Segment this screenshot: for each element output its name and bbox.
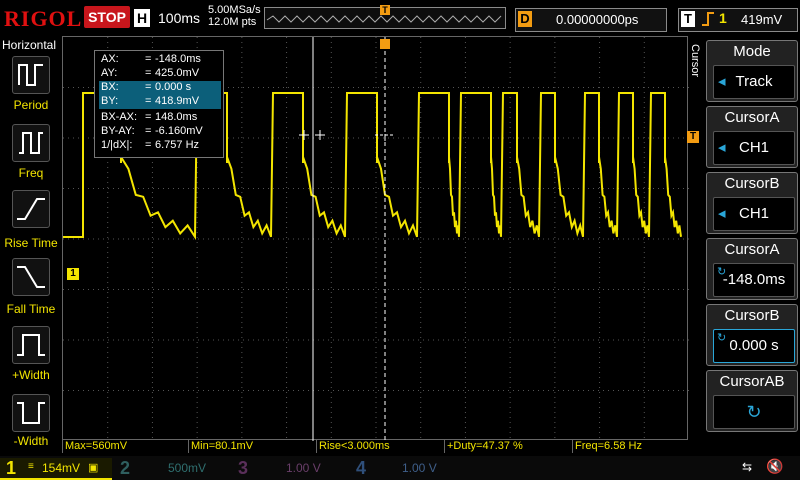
menu-cursor-b-source[interactable]: CursorB ◂ CH1 xyxy=(706,172,798,234)
readout-row: AX: = -148.0ms xyxy=(101,53,201,65)
frequency-icon xyxy=(12,124,50,162)
channel1-offset-marker[interactable]: 1 xyxy=(67,268,79,280)
left-arrow-icon: ◂ xyxy=(718,139,726,156)
panel-title: Horizontal xyxy=(2,38,57,52)
horizontal-indicator: H xyxy=(134,9,150,27)
measure-label: -Width xyxy=(13,434,49,448)
trigger-position-marker[interactable]: T xyxy=(380,5,390,15)
timebase-value[interactable]: 100ms xyxy=(158,10,200,26)
channel-scale: 500mV xyxy=(168,461,207,475)
menu-value: ↻ -148.0ms xyxy=(713,263,795,297)
measurement-bar: Max=560mV Min=80.1mV Rise<3.000ms +Duty=… xyxy=(62,440,688,454)
channel-number: 4 xyxy=(356,458,367,478)
rise-time-icon xyxy=(12,190,50,228)
bandwidth-limit-icon: ▣ xyxy=(88,462,99,474)
channel-bar: 1 ≡ 154mV ▣ 2 500mV 3 1.00 V 4 1.00 V ⇆ … xyxy=(0,456,800,480)
readout-row: BY-AY: = -6.160mV xyxy=(101,125,203,137)
menu-side-label: Cursor xyxy=(689,44,701,78)
horizontal-measure-panel: Horizontal Period Freq Rise Time Fall Ti… xyxy=(0,36,62,456)
measurement-max[interactable]: Max=560mV xyxy=(62,440,189,453)
trigger-level-marker[interactable]: T xyxy=(687,131,699,143)
readout-row: AY: = 425.0mV xyxy=(101,67,200,79)
positive-width-icon xyxy=(12,326,50,364)
rotate-knob-icon: ↻ xyxy=(746,402,762,422)
delay-value: 0.00000000ps xyxy=(556,12,639,27)
channel-scale: 1.00 V xyxy=(402,461,437,475)
channel-3[interactable]: 3 1.00 V xyxy=(234,458,346,478)
menu-title: CursorB xyxy=(724,175,780,192)
trigger-label: T xyxy=(681,11,695,27)
delay-label: D xyxy=(518,11,532,27)
readout-row-highlight: BX: = 0.000 s xyxy=(99,81,221,95)
cursor-readout-box: AX: = -148.0ms AY: = 425.0mV BX: = 0.000 s BY:… xyxy=(94,50,224,158)
measure-label: Rise Time xyxy=(4,236,58,250)
run-stop-button[interactable]: STOP xyxy=(84,6,130,28)
channel-number: 3 xyxy=(238,458,249,478)
menu-value: ◂ Track xyxy=(713,65,795,99)
menu-value: ↻ xyxy=(713,395,795,429)
measurement-min[interactable]: Min=80.1mV xyxy=(188,440,315,453)
measurement-duty[interactable]: +Duty=47.37 % xyxy=(444,440,571,453)
menu-cursor-ab[interactable]: CursorAB ↻ xyxy=(706,370,798,432)
rotate-knob-icon: ↻ xyxy=(717,266,727,278)
measure-rise-time[interactable]: Rise Time xyxy=(0,190,62,256)
sample-rate-info: 5.00MSa/s 12.0M pts xyxy=(208,4,261,28)
measure-negative-width[interactable]: -Width xyxy=(0,394,62,460)
trigger-channel: 1 xyxy=(719,10,727,26)
period-icon xyxy=(12,56,50,94)
measure-fall-time[interactable]: Fall Time xyxy=(0,258,62,324)
channel-2[interactable]: 2 500mV xyxy=(116,458,228,478)
readout-row: BX-AX: = 148.0ms xyxy=(101,111,198,123)
channel-1[interactable]: 1 ≡ 154mV ▣ xyxy=(0,458,112,480)
menu-value: ↻ 0.000 s xyxy=(713,329,795,363)
left-arrow-icon: ◂ xyxy=(718,205,726,222)
left-arrow-icon: ◂ xyxy=(718,73,726,90)
brand-logo: RIGOL xyxy=(4,6,83,31)
measurement-rise[interactable]: Rise<3.000ms xyxy=(316,440,443,453)
channel-4[interactable]: 4 1.00 V xyxy=(352,458,464,478)
coupling-icon: ≡ xyxy=(28,461,34,472)
top-status-bar: RIGOL STOP H 100ms 5.00MSa/s 12.0M pts T… xyxy=(0,0,800,36)
measure-positive-width[interactable]: +Width xyxy=(0,326,62,392)
channel-scale: 1.00 V xyxy=(286,461,321,475)
measure-freq[interactable]: Freq xyxy=(0,124,62,190)
negative-width-icon xyxy=(12,394,50,432)
measure-label: Fall Time xyxy=(6,302,56,316)
menu-value: ◂ CH1 xyxy=(713,131,795,165)
measure-label: +Width xyxy=(12,368,50,382)
measure-label: Period xyxy=(13,98,49,112)
speaker-mute-icon[interactable]: 🔇 xyxy=(766,458,783,475)
menu-title: CursorAB xyxy=(719,373,785,390)
menu-cursor-a-source[interactable]: CursorA ◂ CH1 xyxy=(706,106,798,168)
measure-period[interactable]: Period xyxy=(0,56,62,122)
rising-edge-icon xyxy=(701,10,715,31)
menu-cursor-a-position[interactable]: CursorA ↻ -148.0ms xyxy=(706,238,798,300)
menu-title: CursorA xyxy=(724,109,780,126)
channel-number: 1 xyxy=(6,458,17,478)
measure-label: Freq xyxy=(18,166,44,180)
readout-row: 1/|dX|: = 6.757 Hz xyxy=(101,139,200,151)
menu-mode[interactable]: Mode ◂ Track xyxy=(706,40,798,102)
usb-icon: ⇆ xyxy=(742,460,753,474)
rotate-knob-icon: ↻ xyxy=(717,332,727,344)
memory-depth: 12.0M pts xyxy=(208,16,257,28)
menu-title: Mode xyxy=(733,43,771,60)
measurement-freq[interactable]: Freq=6.58 Hz xyxy=(572,440,685,453)
trigger-box[interactable]: T 1 419mV xyxy=(678,8,798,32)
fall-time-icon xyxy=(12,258,50,296)
trigger-level: 419mV xyxy=(741,12,783,27)
trigger-time-marker xyxy=(380,39,390,49)
readout-row-highlight: BY: = 418.9mV xyxy=(99,95,221,109)
sample-rate: 5.00MSa/s xyxy=(208,4,261,16)
channel-number: 2 xyxy=(120,458,131,478)
menu-cursor-b-position[interactable]: CursorB ↻ 0.000 s xyxy=(706,304,798,366)
menu-value: ◂ CH1 xyxy=(713,197,795,231)
delay-box[interactable]: D 0.00000000ps xyxy=(515,8,667,32)
channel-scale: 154mV xyxy=(42,461,81,475)
